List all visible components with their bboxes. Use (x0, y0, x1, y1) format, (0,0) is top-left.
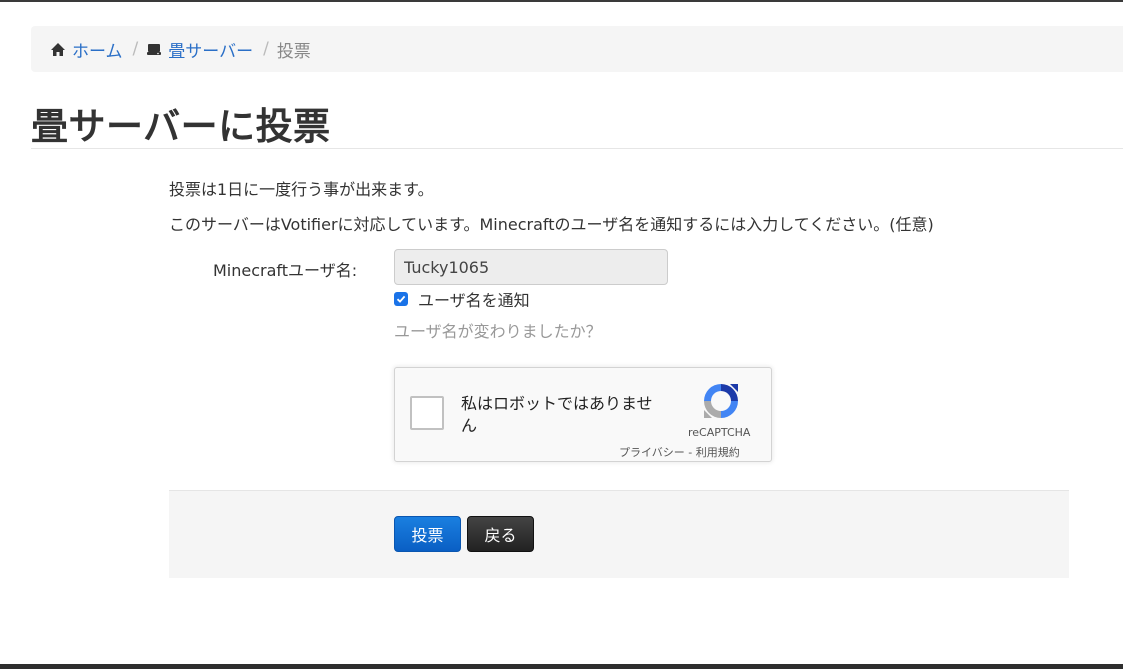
username-label: Minecraftユーザ名: (213, 261, 358, 280)
recaptcha-logo-icon (700, 380, 742, 426)
breadcrumb-home[interactable]: ホーム (50, 37, 123, 62)
page-title: 畳サーバーに投票 (31, 105, 331, 148)
breadcrumb-home-link[interactable]: ホーム (72, 37, 123, 62)
vote-frequency-text: 投票は1日に一度行う事が出来ます。 (169, 180, 434, 199)
breadcrumb-server[interactable]: 畳サーバー (146, 37, 253, 62)
votifier-info-text: このサーバーはVotifierに対応しています。Minecraftのユーザ名を通… (169, 215, 934, 234)
notify-username-checkbox[interactable] (394, 292, 408, 306)
breadcrumb-server-link[interactable]: 畳サーバー (168, 37, 253, 62)
server-icon (146, 42, 162, 57)
username-input[interactable] (394, 249, 668, 285)
breadcrumb-current: 投票 (276, 41, 311, 62)
back-button[interactable]: 戻る (467, 516, 534, 552)
breadcrumb-separator: / (263, 39, 269, 59)
form-actions: 投票 戻る (169, 490, 1069, 578)
recaptcha-brand: reCAPTCHA (688, 426, 751, 439)
notify-username-row[interactable]: ユーザ名を通知 (394, 287, 530, 311)
vote-button[interactable]: 投票 (394, 516, 461, 552)
home-icon (50, 42, 66, 57)
checkmark-icon (396, 295, 406, 303)
breadcrumb-separator: / (132, 39, 139, 59)
breadcrumb: ホーム / 畳サーバー / 投票 (31, 26, 1123, 72)
title-divider (31, 148, 1123, 149)
window-bottom-border (0, 664, 1123, 669)
recaptcha-label: 私はロボットではありません (461, 394, 653, 435)
recaptcha-privacy-terms[interactable]: プライバシー - 利用規約 (619, 444, 740, 460)
notify-username-label: ユーザ名を通知 (418, 291, 530, 310)
username-changed-link[interactable]: ユーザ名が変わりましたか？ (394, 318, 602, 342)
recaptcha-checkbox[interactable] (410, 396, 444, 430)
recaptcha-widget: 私はロボットではありません reCAPTCHA プライバシー - 利用規約 (394, 367, 772, 462)
window-top-border (0, 0, 1123, 2)
